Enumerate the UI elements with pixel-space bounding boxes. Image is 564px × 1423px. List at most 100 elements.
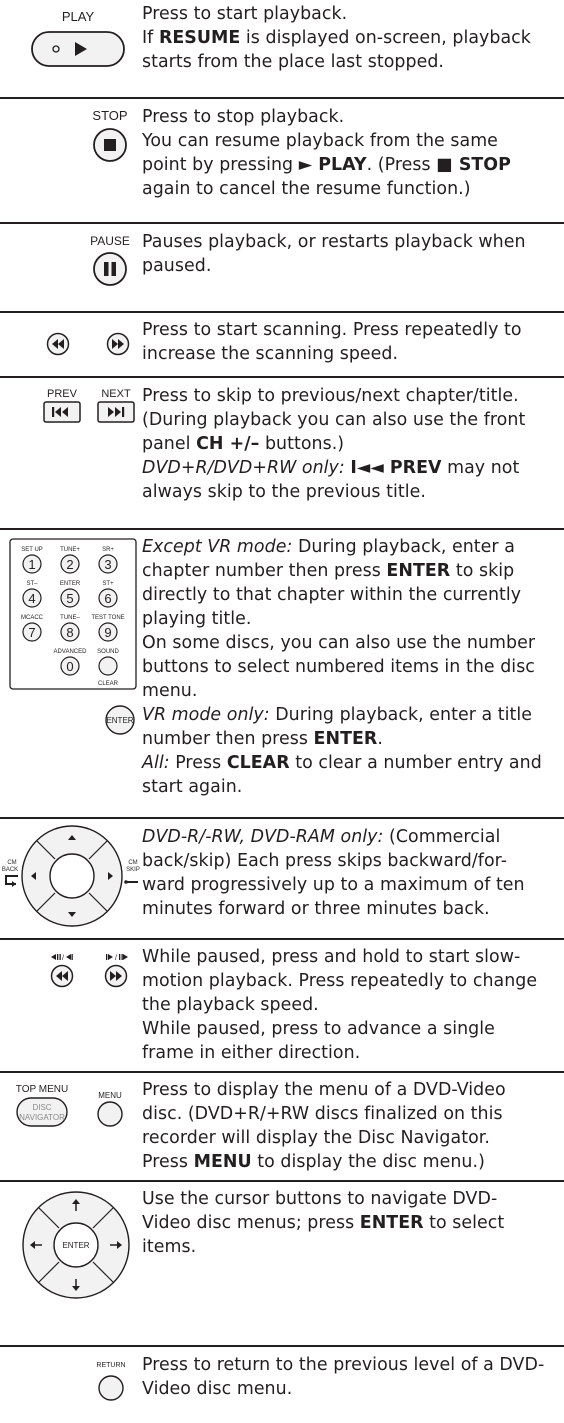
keypad-digit: 3 [104,557,111,572]
text-line: (During playback you can also use the fr… [142,408,562,432]
svg-text:/: / [62,955,64,962]
text-line: Except VR mode: During playback, enter a [142,535,562,559]
text-line: Video disc menu. [142,1377,562,1401]
keypad-label: ST– [26,581,38,587]
text-line: Press to start playback. [142,2,562,26]
text-run: starts from the place last stopped. [142,52,444,72]
row-text-cm: DVD-R/-RW, DVD-RAM only: (Commercial back… [142,825,562,921]
keypad-digit: 6 [104,591,111,606]
cursor-enter-label: ENTER [62,1241,89,1250]
prev-icon [43,401,81,423]
text-line: menu. [142,679,562,703]
keypad-label: TUNE– [60,615,80,621]
row-play: PLAY Press to start playback. If RESUME i… [0,0,564,96]
text-line: All: Press CLEAR to clear a number entry… [142,751,562,775]
play-label: PLAY [62,9,95,24]
text-run: Video disc menus; press [142,1213,360,1233]
text-line: increase the scanning speed. [142,342,562,366]
row-text-scan: Press to start scanning. Press repeatedl… [142,318,562,366]
svg-text:CM: CM [128,860,137,866]
keypad-label: TEST TONE [91,615,124,621]
text-line: Press to display the menu of a DVD-Video [142,1078,562,1102]
divider [0,1071,564,1073]
top-menu-label: TOP MENU [16,1084,68,1095]
text-run: Video disc menu. [142,1379,293,1399]
text-line: VR mode only: During playback, enter a t… [142,703,562,727]
pause-label: PAUSE [90,234,130,248]
row-scan: Press to start scanning. Press repeatedl… [0,314,564,374]
keypad-label: ADVANCED [54,649,88,655]
svg-text:SKIP: SKIP [126,867,140,873]
row-cursor: ENTER Use the cursor buttons to navigate… [0,1183,564,1343]
text-run: CH +/– [196,434,260,454]
row-text-menu: Press to display the menu of a DVD-Video… [142,1078,562,1174]
row-slow: / / While paused, press and hold to star… [0,941,564,1069]
keypad-label: ENTER [60,581,81,587]
text-line: On some discs, you can also use the numb… [142,631,562,655]
text-line: minutes forward or three minutes back. [142,897,562,921]
text-run: (Commercial [383,827,501,847]
play-button-icon: PLAY [31,9,125,67]
text-line: Press to start scanning. Press repeatedl… [142,318,562,342]
slow-step-buttons-icon: / / [50,954,128,988]
text-run: VR mode only: [142,705,270,725]
text-run: paused. [142,256,212,276]
text-run: Press to return to the previous level of… [142,1355,545,1375]
svg-text:NAVIGATOR: NAVIGATOR [19,1113,65,1122]
text-line: Pauses playback, or restarts playback wh… [142,230,562,254]
text-run: All: [142,753,170,773]
text-run: Except VR mode: [142,537,293,557]
text-run: ENTER [359,1213,424,1233]
enter-button-icon: ENTER [105,705,135,735]
text-run: (During playback you can also use the fr… [142,410,526,430]
keypad-digit: 5 [66,591,73,606]
keypad-label: ST+ [102,581,114,587]
text-line: disc. (DVD+R/+RW discs finalized on this [142,1102,562,1126]
keypad-label: SOUND [97,649,119,655]
text-line: recorder will display the Disc Navigator… [142,1126,562,1150]
row-numbers: SET UP TUNE+ SR+ ST– ENTER ST+ MCACC TUN… [0,531,564,815]
text-run: MENU [193,1152,252,1172]
text-run: to display the disc menu.) [251,1152,485,1172]
text-line: starts from the place last stopped. [142,50,562,74]
text-run: Pauses playback, or restarts playback wh… [142,232,526,252]
svg-text:DISC: DISC [32,1103,51,1112]
text-line: Video disc menus; press ENTER to select [142,1211,562,1235]
top-menu-button-icon: DISC NAVIGATOR [16,1097,68,1127]
divider [0,528,564,530]
slow-step-labels-icon: / / [51,954,128,962]
text-run: Press to start scanning. Press repeatedl… [142,320,522,340]
next-label: NEXT [101,388,131,400]
text-line: Press to stop playback. [142,105,562,129]
text-run: frame in either direction. [142,1043,361,1063]
text-run: Press [169,753,227,773]
svg-text:BACK: BACK [2,867,18,873]
keypad-digit: 9 [104,625,111,640]
text-line: point by pressing ► PLAY. (Press ■ STOP [142,153,562,177]
divider [0,938,564,940]
text-run: You can resume playback from the same [142,131,498,151]
menu-button-icon [97,1101,123,1127]
skip-buttons-icon: PREV NEXT [43,388,135,423]
cursor-enter-dial-icon: ENTER [22,1191,130,1299]
text-line: directly to that chapter within the curr… [142,583,562,607]
divider [0,376,564,378]
text-line: Press to skip to previous/next chapter/t… [142,384,562,408]
row-text-stop: Press to stop playback. You can resume pl… [142,105,562,201]
text-run: I◄◄ PREV [350,458,442,478]
text-line: paused. [142,254,562,278]
menu-buttons-icon: TOP MENU DISC NAVIGATOR MENU [16,1084,123,1127]
text-run: is displayed on-screen, playback [240,28,531,48]
text-line: always skip to the previous title. [142,480,562,504]
text-run: RESUME [158,28,241,48]
text-run: directly to that chapter within the curr… [142,585,522,605]
text-run: While paused, press and hold to start sl… [142,947,521,967]
scan-forward-icon [106,332,130,356]
row-cm: CM BACK CM SKIP DVD-R/-RW, DVD-RAM only:… [0,820,564,936]
row-return: RETURN Press to return to the previous l… [0,1348,564,1423]
row-text-play: Press to start playback. If RESUME is dis… [142,2,562,74]
divider [0,817,564,819]
text-line: buttons to select numbered items in the … [142,655,562,679]
text-line: If RESUME is displayed on-screen, playba… [142,26,562,50]
keypad-digit: 4 [28,591,35,606]
